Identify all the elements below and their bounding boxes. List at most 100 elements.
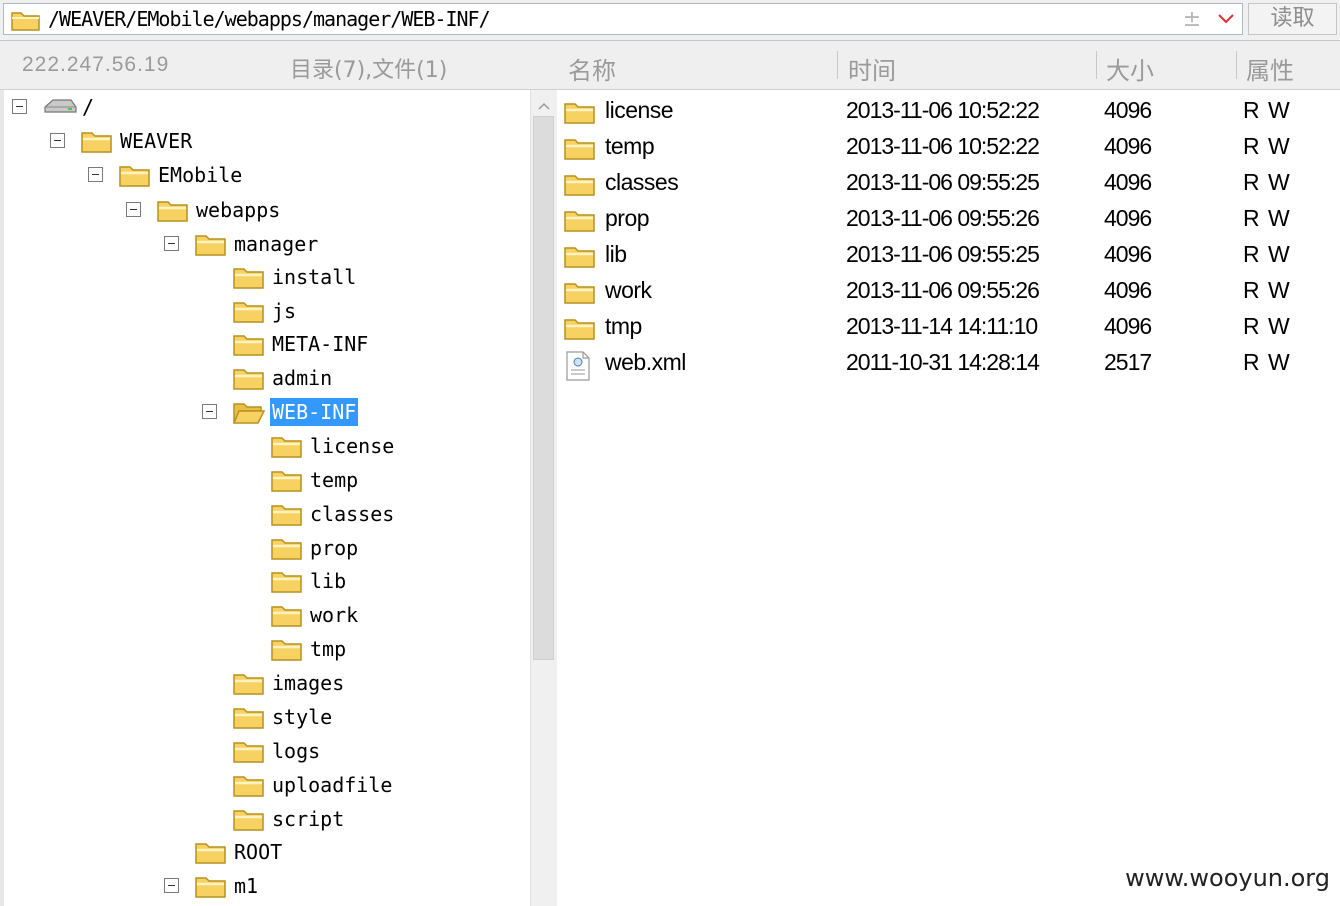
xml-file-icon [563, 350, 593, 387]
tree-node[interactable]: / [12, 91, 512, 125]
folder-icon [270, 534, 304, 567]
tree-node[interactable]: images [202, 667, 512, 701]
tree-node-label[interactable]: prop [308, 534, 360, 562]
tree-scrollbar[interactable] [530, 90, 558, 906]
folder-icon [80, 127, 114, 160]
scroll-up-icon[interactable] [537, 98, 551, 116]
file-name[interactable]: work [605, 277, 652, 304]
file-name[interactable]: web.xml [605, 349, 686, 376]
tree-node[interactable]: logs [202, 735, 512, 769]
tree-node-label[interactable]: classes [308, 500, 396, 528]
tree-node-label[interactable]: work [308, 601, 360, 629]
file-attr: R W [1243, 133, 1291, 159]
file-row[interactable]: license 2013-11-06 10:52:22 4096 R W [557, 93, 1340, 129]
file-row[interactable]: prop 2013-11-06 09:55:26 4096 R W [557, 201, 1340, 237]
column-header-size[interactable]: 大小 [1106, 51, 1154, 86]
tree-node[interactable]: uploadfile [202, 769, 512, 803]
file-name[interactable]: license [605, 97, 674, 124]
folder-icon [563, 314, 597, 347]
file-name[interactable]: tmp [605, 313, 642, 340]
tree-node-label[interactable]: style [270, 703, 334, 731]
column-divider[interactable] [1236, 51, 1237, 79]
tree-node-label[interactable]: / [80, 93, 96, 121]
add-bookmark-button[interactable]: ± [1180, 8, 1204, 32]
chevron-down-icon[interactable] [1216, 12, 1236, 31]
tree-node[interactable]: prop [240, 532, 512, 566]
collapse-toggle[interactable] [12, 99, 27, 114]
folder-icon [232, 297, 266, 330]
file-name[interactable]: temp [605, 133, 655, 160]
tree-node-label[interactable]: webapps [194, 196, 282, 224]
file-time: 2013-11-06 10:52:22 [846, 133, 1040, 159]
tree-node-label[interactable]: license [308, 432, 396, 460]
collapse-toggle[interactable] [202, 404, 217, 419]
tree-node-label[interactable]: install [270, 263, 358, 291]
tree-node[interactable]: WEAVER [50, 125, 512, 159]
tree-node[interactable]: manager [164, 228, 512, 262]
tree-node-label[interactable]: ROOT [232, 838, 284, 866]
tree-node[interactable]: EMobile [88, 159, 512, 193]
file-attr: R W [1243, 205, 1291, 231]
file-attr: R W [1243, 97, 1291, 123]
collapse-toggle[interactable] [164, 236, 179, 251]
folder-icon [194, 872, 228, 905]
folder-icon [118, 161, 152, 194]
file-row[interactable]: lib 2013-11-06 09:55:25 4096 R W [557, 237, 1340, 273]
tree-node-label[interactable]: logs [270, 737, 322, 765]
collapse-toggle[interactable] [50, 133, 65, 148]
read-button[interactable]: 读取 [1248, 3, 1337, 35]
file-row[interactable]: web.xml 2011-10-31 14:28:14 2517 R W [557, 345, 1340, 381]
column-divider[interactable] [837, 51, 838, 79]
column-header-time[interactable]: 时间 [848, 51, 896, 86]
tree-node[interactable]: work [240, 599, 512, 633]
tree-node-label[interactable]: manager [232, 230, 320, 258]
tree-node[interactable]: tmp [240, 633, 512, 667]
tree-node[interactable]: META-INF [202, 328, 512, 362]
tree-node[interactable]: WEB-INF [202, 396, 512, 430]
tree-node[interactable]: script [202, 803, 512, 837]
column-divider[interactable] [1096, 51, 1097, 79]
tree-node-label[interactable]: META-INF [270, 330, 370, 358]
tree-node-label[interactable]: EMobile [156, 161, 244, 189]
file-row[interactable]: tmp 2013-11-14 14:11:10 4096 R W [557, 309, 1340, 345]
column-header-attr[interactable]: 属性 [1246, 51, 1294, 86]
file-name[interactable]: lib [605, 241, 627, 268]
tree-node[interactable]: lib [240, 565, 512, 599]
tree-node-label[interactable]: js [270, 297, 298, 325]
tree-node[interactable]: ROOT [164, 836, 512, 870]
tree-node[interactable]: m1 [164, 870, 512, 904]
file-row[interactable]: work 2013-11-06 09:55:26 4096 R W [557, 273, 1340, 309]
path-input[interactable] [48, 6, 1168, 32]
file-name[interactable]: prop [605, 205, 650, 232]
tree-node[interactable]: license [240, 430, 512, 464]
folder-icon [232, 805, 266, 838]
folder-open-icon [232, 398, 266, 431]
tree-node[interactable]: js [202, 295, 512, 329]
tree-node-label[interactable]: images [270, 669, 346, 697]
tree-node[interactable]: admin [202, 362, 512, 396]
tree-node-label[interactable]: tmp [308, 635, 348, 663]
collapse-toggle[interactable] [164, 878, 179, 893]
tree-node-label[interactable]: admin [270, 364, 334, 392]
file-name[interactable]: classes [605, 169, 679, 196]
tree-node[interactable]: classes [240, 498, 512, 532]
tree-node[interactable]: install [202, 261, 512, 295]
tree-node-label[interactable]: m1 [232, 872, 260, 900]
tree-node-label[interactable]: WEB-INF [270, 398, 359, 426]
tree-node[interactable]: temp [240, 464, 512, 498]
tree-node[interactable]: style [202, 701, 512, 735]
tree-node-label[interactable]: WEAVER [118, 127, 194, 155]
file-row[interactable]: temp 2013-11-06 10:52:22 4096 R W [557, 129, 1340, 165]
tree-node-label[interactable]: lib [308, 567, 348, 595]
scrollbar-thumb[interactable] [533, 116, 554, 660]
file-attr: R W [1243, 349, 1291, 375]
file-row[interactable]: classes 2013-11-06 09:55:25 4096 R W [557, 165, 1340, 201]
collapse-toggle[interactable] [126, 202, 141, 217]
tree-node[interactable]: webapps [126, 194, 512, 228]
folder-icon [232, 330, 266, 363]
tree-node-label[interactable]: uploadfile [270, 771, 394, 799]
column-header-name[interactable]: 名称 [568, 51, 616, 86]
collapse-toggle[interactable] [88, 167, 103, 182]
tree-node-label[interactable]: temp [308, 466, 360, 494]
tree-node-label[interactable]: script [270, 805, 346, 833]
